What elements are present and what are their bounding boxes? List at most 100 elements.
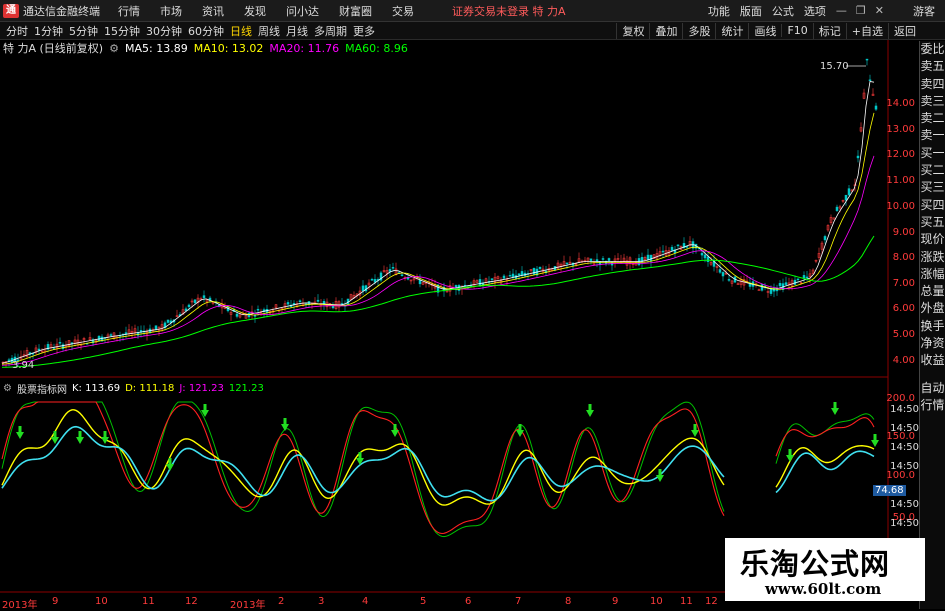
kline-chart[interactable]: 15.70 3.94 [0,0,920,609]
sidebar-item[interactable]: 买二 [920,162,945,179]
sidebar-item[interactable]: 现价 [920,231,945,248]
candle-body [202,295,206,299]
signal-arrow-icon [391,424,399,437]
signal-arrow-icon [586,404,594,417]
candle-body [796,278,800,281]
signal-arrow-icon [16,426,24,439]
x-tick: 12 [705,596,718,607]
sidebar-item[interactable]: 卖三 [920,93,945,110]
candle-body [166,319,170,323]
sidebar-item[interactable]: 卖五 [920,58,945,75]
sidebar-item[interactable]: 外盘 [920,300,945,317]
ma20-line [1,155,875,366]
price-tick: 13.00 [886,124,915,135]
candle-body [400,274,404,276]
low-annotation: 3.94 [12,360,34,371]
candle-body [844,194,848,201]
sidebar-item[interactable]: 卖二 [920,110,945,127]
price-tick: 9.00 [892,227,915,238]
signal-arrow-icon [166,458,174,471]
candle-body [784,282,788,285]
signal-arrow-icon [656,469,664,482]
candle-body [532,268,536,275]
candle-body [124,332,128,335]
sidebar-item[interactable]: 卖一 [920,127,945,144]
candle-body [316,299,320,302]
j-line-red [1,401,875,535]
candle-body [589,258,593,261]
indicator-tick: 200.0 [886,393,915,404]
d-value: D: 111.18 [125,382,175,394]
sidebar-item[interactable]: 换手 [920,318,945,335]
candle-body [286,302,290,305]
indicator-name[interactable]: 股票指标网 [17,381,67,396]
candle-body [193,299,197,304]
sidebar-item[interactable]: 买三 [920,179,945,196]
signal-arrow-icon [786,449,794,462]
signal-arrow-icon [76,431,84,444]
j-value: J: 121.23 [179,382,224,394]
candle-body [154,325,158,330]
price-tick: 5.00 [892,329,915,340]
candle-body [661,250,665,253]
ma5-line [1,81,875,364]
x-tick: 9 [612,596,619,607]
candle-body [865,58,869,61]
candle-body [490,278,494,280]
candle-body [856,155,860,159]
candle-body [700,252,704,256]
d-line [1,409,875,506]
x-tick: 11 [142,596,155,607]
sidebar-item[interactable]: 涨跌 [920,249,945,266]
time-label: 14:50 [890,442,919,453]
x-tick: 6 [465,596,472,607]
price-tick: 4.00 [892,355,915,366]
sidebar-item[interactable]: 买一 [920,145,945,162]
candle-body [727,279,731,281]
candle-body [361,285,365,292]
price-tick: 11.00 [886,175,915,186]
x-tick: 10 [95,596,108,607]
candle-body [670,246,674,251]
sidebar-item[interactable]: 买四 [920,197,945,214]
candle-body [391,267,395,269]
x-tick: 12 [185,596,198,607]
kdj-lines [1,401,875,538]
candle-body [388,269,392,272]
price-tick: 12.00 [886,149,915,160]
sidebar-item[interactable]: 总量 [920,283,945,300]
signal-arrow-icon [831,402,839,415]
candle-body [646,254,650,260]
sidebar-item[interactable]: 行情 [920,397,945,414]
sidebar-item[interactable]: 净资 [920,335,945,352]
ma60-line [1,235,875,368]
price-tick: 10.00 [886,201,915,212]
ma10-line [1,112,875,365]
sidebar-item[interactable]: 收益 [920,352,945,369]
candle-body [187,304,191,308]
watermark-title: 乐淘公式网 [740,547,891,581]
candle-body [718,269,722,273]
candle-body [706,256,710,262]
quote-sidebar: 委比 卖五 卖四 卖三 卖二 卖一 买一 买二 买三 买四 买五 现价 涨跌 涨… [919,41,945,609]
sidebar-item[interactable]: 买五 [920,214,945,231]
sidebar-item[interactable]: 涨幅 [920,266,945,283]
candle-body [847,188,851,196]
candle-body [805,276,809,279]
x-tick: 8 [565,596,572,607]
candle-body [874,105,878,110]
price-tick: 6.00 [892,303,915,314]
candle-body [298,300,302,302]
candle-body [868,79,872,82]
time-label: 14:50 [890,518,919,529]
sidebar-item[interactable]: 委比 [920,41,945,58]
candle-body [517,273,521,276]
x-tick: 10 [650,596,663,607]
sidebar-item[interactable]: 自动 [920,380,945,397]
x-tick: 7 [515,596,522,607]
indicator-settings-icon[interactable]: ⚙ [3,383,12,394]
candle-body [802,275,806,279]
candle-body [235,313,239,317]
sidebar-item[interactable]: 卖四 [920,76,945,93]
watermark-url: www.60lt.com [765,580,882,598]
